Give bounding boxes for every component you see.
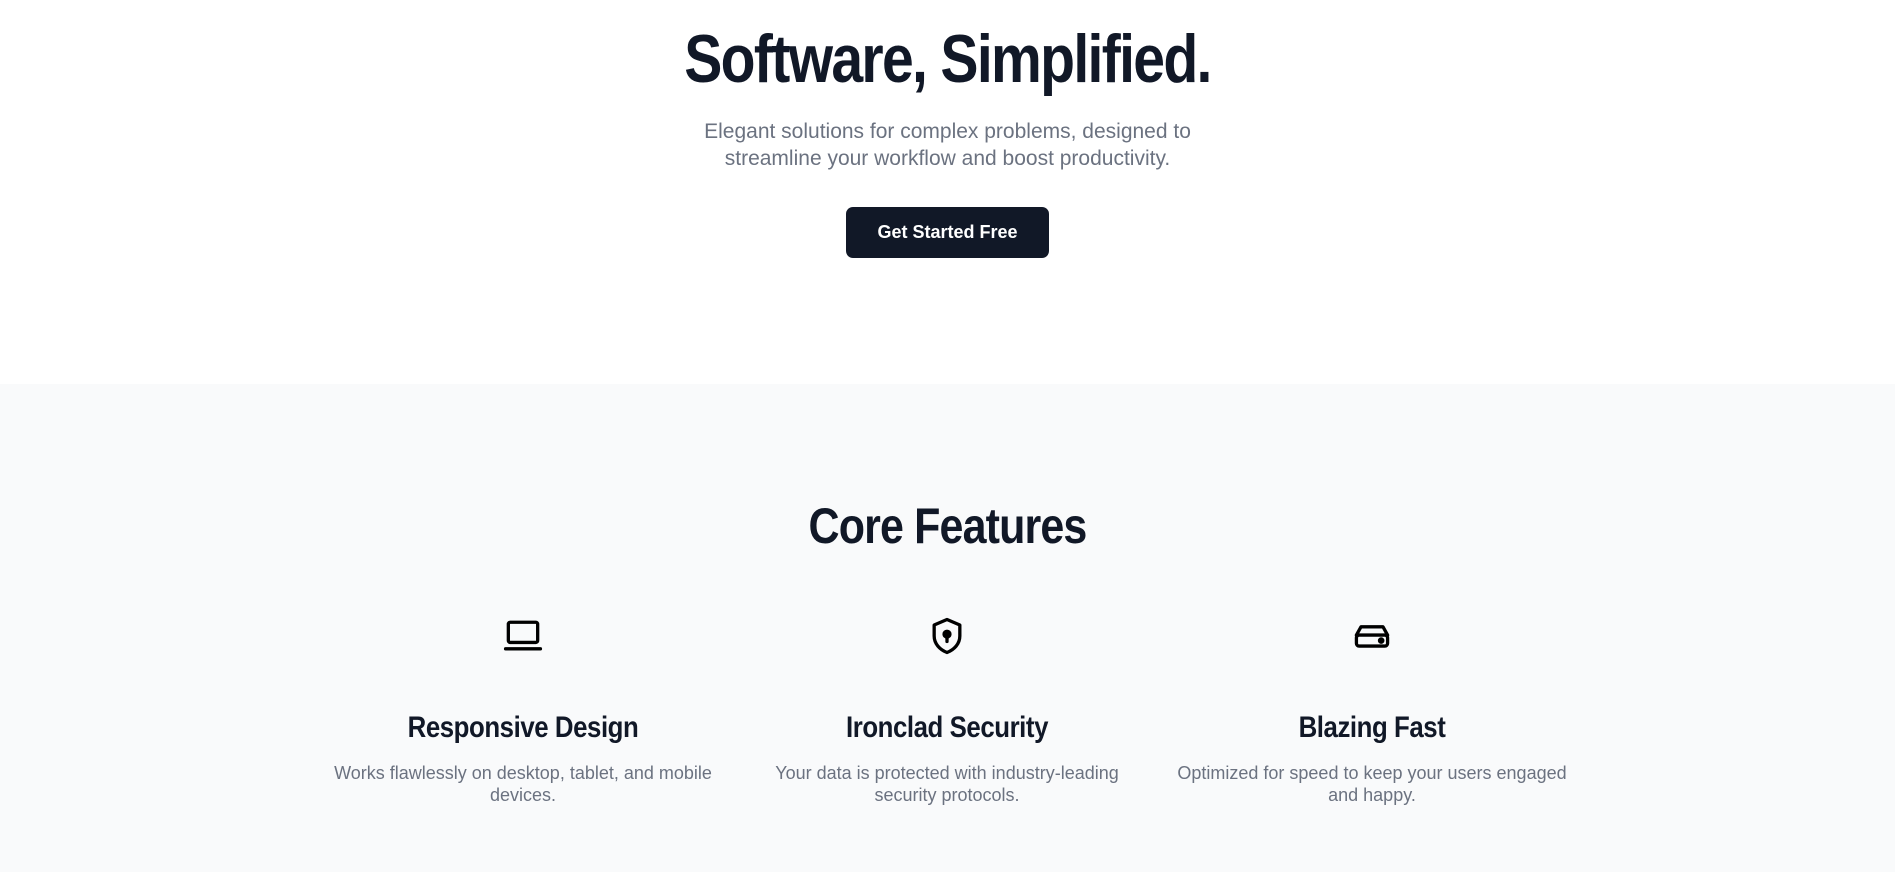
feature-card-blazing-fast: Blazing Fast Optimized for speed to keep… [1162, 614, 1582, 806]
shield-lock-icon [925, 614, 969, 658]
feature-description: Works flawlessly on desktop, tablet, and… [334, 763, 712, 805]
feature-title: Ironclad Security [845, 711, 1049, 744]
hero-subtitle: Elegant solutions for complex problems, … [704, 120, 1191, 170]
hard-drive-icon [1350, 614, 1394, 658]
hero-title: Software, Simplified. [684, 21, 1212, 97]
feature-card-ironclad-security: Ironclad Security Your data is protected… [737, 614, 1157, 806]
feature-description: Optimized for speed to keep your users e… [1177, 763, 1567, 805]
features-title: Core Features [808, 498, 1088, 554]
feature-card-responsive-design: Responsive Design Works flawlessly on de… [313, 614, 733, 806]
feature-description: Your data is protected with industry-lea… [775, 763, 1119, 805]
features-section: Core Features Responsive Design Works fl… [0, 384, 1895, 872]
feature-title: Responsive Design [407, 711, 639, 744]
hero-section: Software, Simplified. Elegant solutions … [0, 0, 1895, 384]
get-started-button[interactable]: Get Started Free [846, 207, 1049, 258]
feature-title: Blazing Fast [1298, 711, 1446, 744]
laptop-icon [501, 614, 545, 658]
